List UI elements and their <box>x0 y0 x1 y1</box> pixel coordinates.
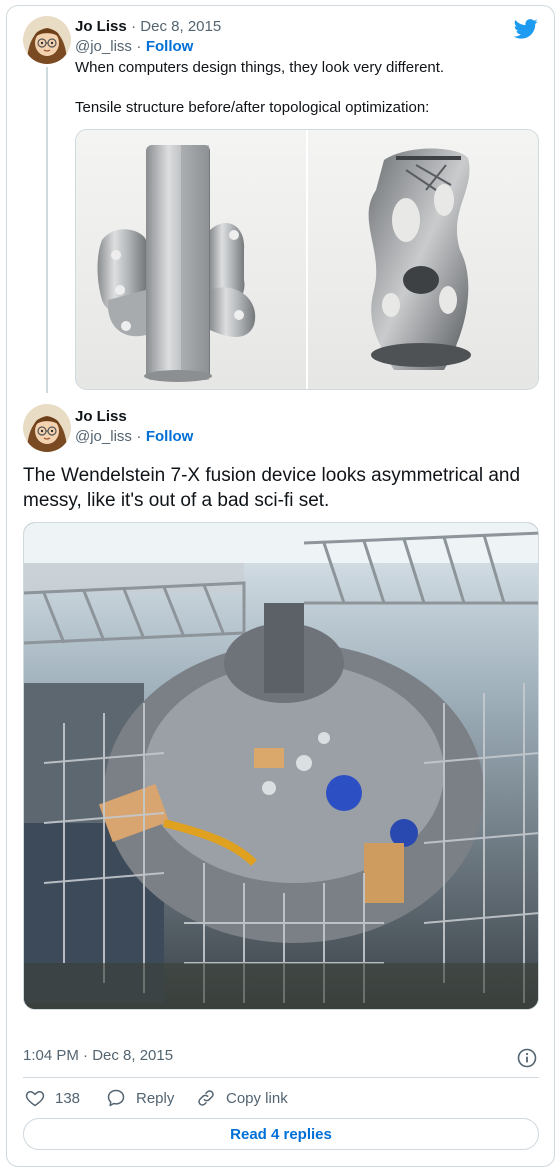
follow-button[interactable]: Follow <box>146 428 194 445</box>
follow-button[interactable]: Follow <box>146 38 194 55</box>
separator-dot: · <box>136 38 142 55</box>
quoted-tweet-media[interactable] <box>75 129 539 390</box>
tweet-date[interactable]: · Dec 8, 2015 <box>131 18 221 35</box>
main-tweet-header: Jo Liss <box>75 408 127 426</box>
quoted-tweet-text-line2: Tensile structure before/after topologic… <box>75 99 430 116</box>
tweet-timestamp[interactable]: 1:04 PM · Dec 8, 2015 <box>23 1047 173 1064</box>
separator-dot: · <box>136 428 142 445</box>
copy-link-label: Copy link <box>226 1089 288 1107</box>
avatar-illustration <box>23 404 71 452</box>
quoted-tweet-handle-row: @jo_liss · Follow <box>75 38 193 56</box>
tensile-structure-photos <box>76 130 538 389</box>
main-tweet-handle-row: @jo_liss · Follow <box>75 428 193 446</box>
reply-label: Reply <box>136 1089 175 1107</box>
author-handle[interactable]: @jo_liss <box>75 428 132 445</box>
info-icon[interactable] <box>517 1048 537 1068</box>
quoted-tweet-text-line1: When computers design things, they look … <box>75 59 445 76</box>
author-handle[interactable]: @jo_liss <box>75 38 132 55</box>
main-tweet-media[interactable] <box>23 522 539 1010</box>
twitter-bird-icon[interactable] <box>514 18 538 40</box>
author-name[interactable]: Jo Liss <box>75 18 127 35</box>
like-count: 138 <box>55 1089 81 1107</box>
avatar-illustration <box>23 16 71 64</box>
thread-line <box>46 67 48 393</box>
avatar[interactable] <box>23 16 71 64</box>
link-icon <box>198 1090 214 1106</box>
main-tweet-text: The Wendelstein 7-X fusion device looks … <box>23 465 521 511</box>
copy-link-action[interactable]: Copy link <box>196 1088 288 1108</box>
reply-action[interactable]: Reply <box>106 1088 174 1108</box>
quoted-tweet-header: Jo Liss · Dec 8, 2015 <box>75 18 221 36</box>
read-replies-button[interactable]: Read 4 replies <box>23 1118 539 1150</box>
divider <box>23 1077 539 1078</box>
like-action[interactable]: 138 <box>25 1088 80 1108</box>
fusion-device-photo <box>24 523 538 1009</box>
speech-bubble-icon <box>107 1089 125 1107</box>
heart-icon <box>25 1090 45 1107</box>
avatar[interactable] <box>23 404 71 452</box>
after-structure-shape <box>368 148 471 370</box>
author-name[interactable]: Jo Liss <box>75 408 127 425</box>
